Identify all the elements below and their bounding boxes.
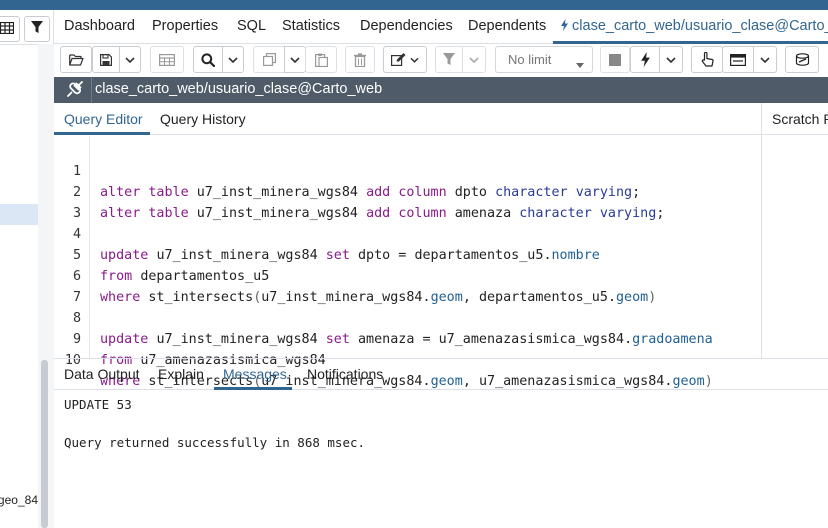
execute-menu-button[interactable] (659, 46, 683, 73)
connection-title: clase_carto_web/usuario_clase@Carto_web (95, 81, 383, 97)
messages-panel: UPDATE 53 Query returned successfully in… (54, 391, 828, 528)
code-line: 5 from departamentos_u5 (54, 224, 761, 284)
chevron-down-icon (290, 56, 300, 63)
code-line: 3 (54, 182, 761, 221)
tab-query-history[interactable]: Query History (160, 111, 246, 127)
connection-status-button[interactable] (58, 77, 92, 103)
grid-view-button[interactable] (0, 16, 20, 42)
browser-panel: 84_geo (0, 10, 54, 528)
results-tab-indicator (214, 387, 292, 390)
caret-down-icon (576, 57, 584, 72)
connection-bar: clase_carto_web/usuario_clase@Carto_web (54, 77, 828, 103)
view-data-button[interactable] (150, 46, 184, 73)
filter-rows-button[interactable] (435, 46, 463, 73)
query-toolbar: No limit (54, 44, 828, 77)
message-line: Query returned successfully in 868 msec. (64, 435, 366, 450)
code-line: 6 where st_intersects(u7_inst_minera_wgs… (54, 245, 761, 305)
find-menu-button[interactable] (222, 46, 244, 73)
chevron-down-icon (469, 56, 479, 63)
chevron-down-icon (410, 57, 419, 63)
clear-button[interactable] (785, 46, 819, 73)
browser-scroll-thumb[interactable] (41, 360, 48, 528)
tab-query-editor[interactable]: Query Editor (64, 111, 143, 127)
browser-divider (0, 44, 38, 45)
main-area: Dashboard Properties SQL Statistics Depe… (54, 10, 828, 528)
save-menu-button[interactable] (119, 46, 141, 73)
paste-icon (314, 53, 328, 67)
tab-dependents[interactable]: Dependents (468, 18, 546, 34)
edit-icon (391, 53, 406, 66)
edit-button[interactable] (383, 46, 427, 73)
tab-query-tool[interactable]: clase_carto_web/usuario_clase@Carto_w (561, 18, 828, 35)
stop-button[interactable] (600, 46, 630, 73)
tab-data-output[interactable]: Data Output (64, 366, 140, 382)
main-tabbar: Dashboard Properties SQL Statistics Depe… (54, 10, 828, 44)
tab-scratch-pad[interactable]: Scratch P (772, 111, 828, 127)
copy-icon (262, 53, 276, 66)
pointer-icon (701, 52, 714, 67)
tab-notifications[interactable]: Notifications (307, 366, 383, 382)
chevron-down-icon (125, 56, 135, 63)
lightning-icon (640, 52, 650, 67)
filter-icon (443, 53, 455, 66)
grid-icon (0, 21, 15, 37)
code-line: 7 (54, 266, 761, 305)
code-line: 1 alter table u7_inst_minera_wgs84 add c… (54, 140, 761, 200)
top-strip (0, 0, 828, 10)
filter-button[interactable] (24, 16, 50, 42)
save-button[interactable] (92, 46, 120, 73)
find-button[interactable] (193, 46, 223, 73)
save-icon (100, 53, 112, 66)
code-line: 2 alter table u7_inst_minera_wgs84 add c… (54, 161, 761, 221)
chevron-down-icon (760, 56, 770, 63)
tab-messages[interactable]: Messages (223, 366, 287, 382)
commit-button[interactable] (691, 46, 723, 73)
tab-statistics[interactable]: Statistics (282, 18, 340, 34)
row-limit-select[interactable]: No limit (495, 46, 593, 73)
eraser-icon (795, 52, 810, 67)
macros-menu-button[interactable] (753, 46, 777, 73)
tab-dependencies[interactable]: Dependencies (360, 18, 453, 34)
paste-button[interactable] (305, 46, 337, 73)
copy-menu-button[interactable] (284, 46, 306, 73)
tree-item-selected[interactable] (0, 204, 38, 225)
chevron-down-icon (666, 56, 676, 63)
table-icon (159, 53, 175, 66)
delete-button[interactable] (345, 46, 375, 73)
tab-explain[interactable]: Explain (158, 366, 204, 382)
row-limit-value: No limit (508, 52, 552, 67)
search-icon (201, 52, 215, 67)
code-line: 9 from u7_amenazasismica_wgs84 (54, 308, 761, 368)
stop-icon (609, 53, 621, 66)
editor-tabs: Query Editor Query History (54, 103, 828, 135)
code-line: 8 update u7_inst_minera_wgs84 set amenaz… (54, 287, 761, 347)
tree-item-label[interactable]: 84_geo (0, 493, 38, 507)
code-line: 4 update u7_inst_minera_wgs84 set dpto =… (54, 203, 761, 263)
tab-dashboard[interactable]: Dashboard (64, 18, 135, 34)
execute-button[interactable] (630, 46, 660, 73)
chevron-down-icon (228, 56, 238, 63)
folder-open-icon (68, 53, 84, 66)
message-line: UPDATE 53 (64, 397, 132, 412)
results-tabs: Data Output Explain Messages Notificatio… (54, 358, 828, 390)
tab-query-tool-label: clase_carto_web/usuario_clase@Carto_w (572, 18, 828, 34)
lightning-icon (561, 19, 568, 35)
code-line: 10 where st_intersects(u7_inst_minera_wg… (54, 329, 761, 389)
filter-icon (31, 21, 43, 37)
copy-button[interactable] (253, 46, 285, 73)
sql-editor[interactable]: 1 alter table u7_inst_minera_wgs84 add c… (54, 136, 761, 389)
editor-tab-indicator (54, 132, 150, 135)
filter-menu-button[interactable] (462, 46, 486, 73)
scratch-divider (761, 103, 762, 358)
browser-toolbar (0, 16, 54, 42)
card-icon (730, 53, 746, 66)
tab-properties[interactable]: Properties (152, 18, 218, 34)
trash-icon (354, 52, 366, 67)
tab-sql[interactable]: SQL (237, 18, 266, 34)
plug-icon (66, 80, 84, 101)
open-file-button[interactable] (60, 46, 92, 73)
macros-button[interactable] (722, 46, 754, 73)
